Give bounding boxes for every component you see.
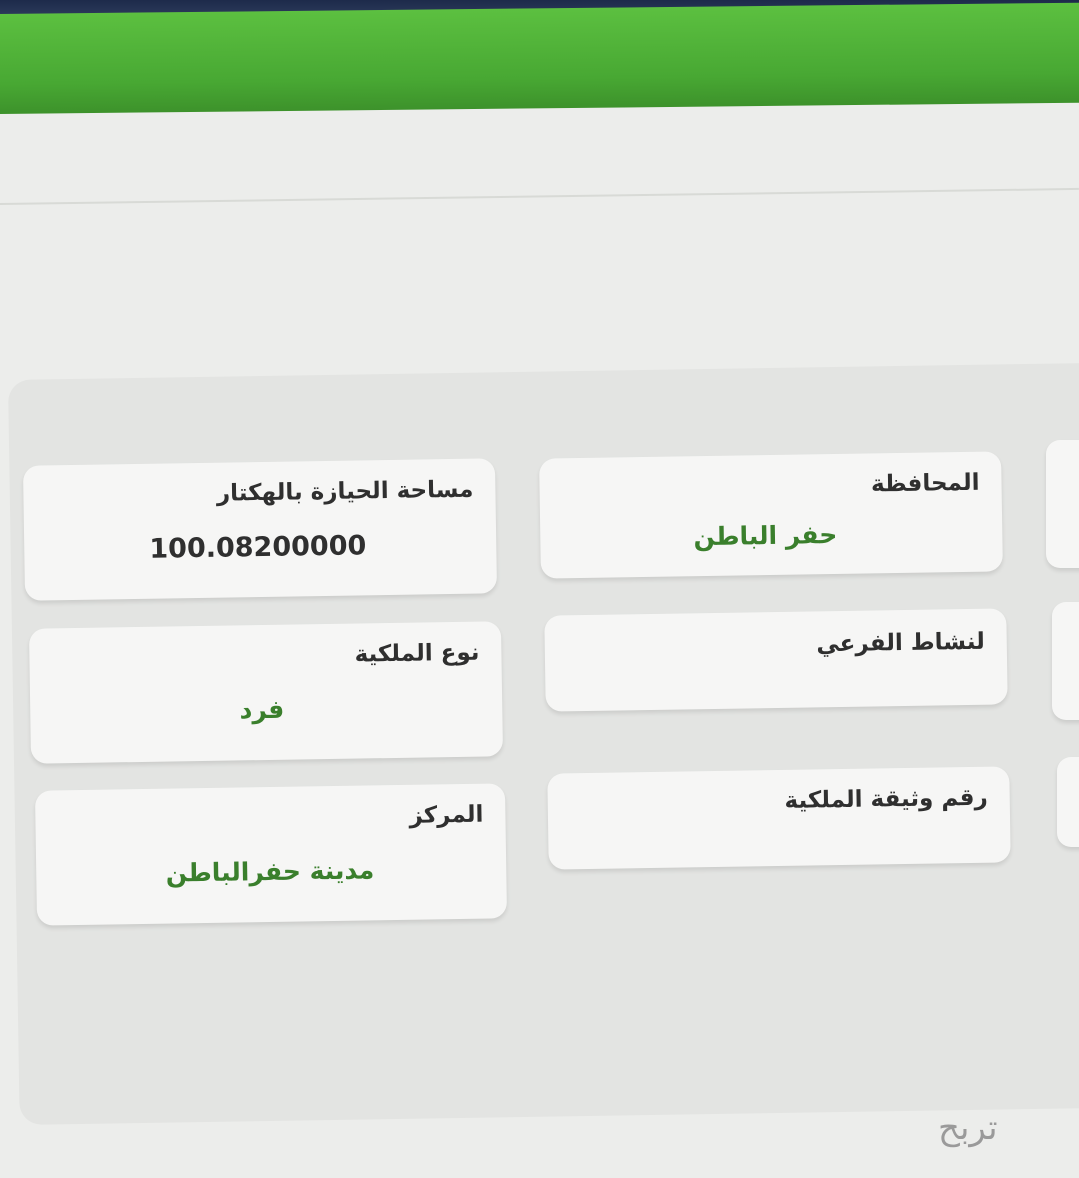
field-label: المحافظة [870, 469, 980, 498]
field-card-partial [1057, 757, 1079, 847]
field-label: المركز [409, 801, 484, 829]
field-value: 100.08200000 [149, 530, 367, 565]
field-card-center: المركز مدينة حفرالباطن [34, 783, 508, 926]
field-card-governorate: المحافظة حفر الباطن [539, 451, 1003, 579]
field-card-ownership-type: نوع الملكية فرد [28, 621, 504, 764]
field-card-sub-activity: لنشاط الفرعي [544, 608, 1008, 712]
field-card-partial [1046, 440, 1079, 568]
watermark-text: تربح [938, 1108, 998, 1148]
field-value: حفر الباطن [693, 519, 838, 552]
field-card-deed-number: رقم وثيقة الملكية [547, 766, 1011, 870]
field-label: رقم وثيقة الملكية [784, 784, 988, 814]
field-label: لنشاط الفرعي [816, 628, 985, 658]
field-value: فرد [239, 694, 285, 725]
section-divider [0, 187, 1079, 205]
field-label: نوع الملكية [354, 639, 480, 668]
field-value: مدينة حفرالباطن [165, 855, 375, 888]
field-label: مساحة الحيازة بالهكتار [216, 476, 474, 507]
field-card-area: مساحة الحيازة بالهكتار 100.08200000 [22, 458, 498, 601]
header-bar [0, 2, 1079, 115]
field-card-partial [1052, 602, 1079, 720]
